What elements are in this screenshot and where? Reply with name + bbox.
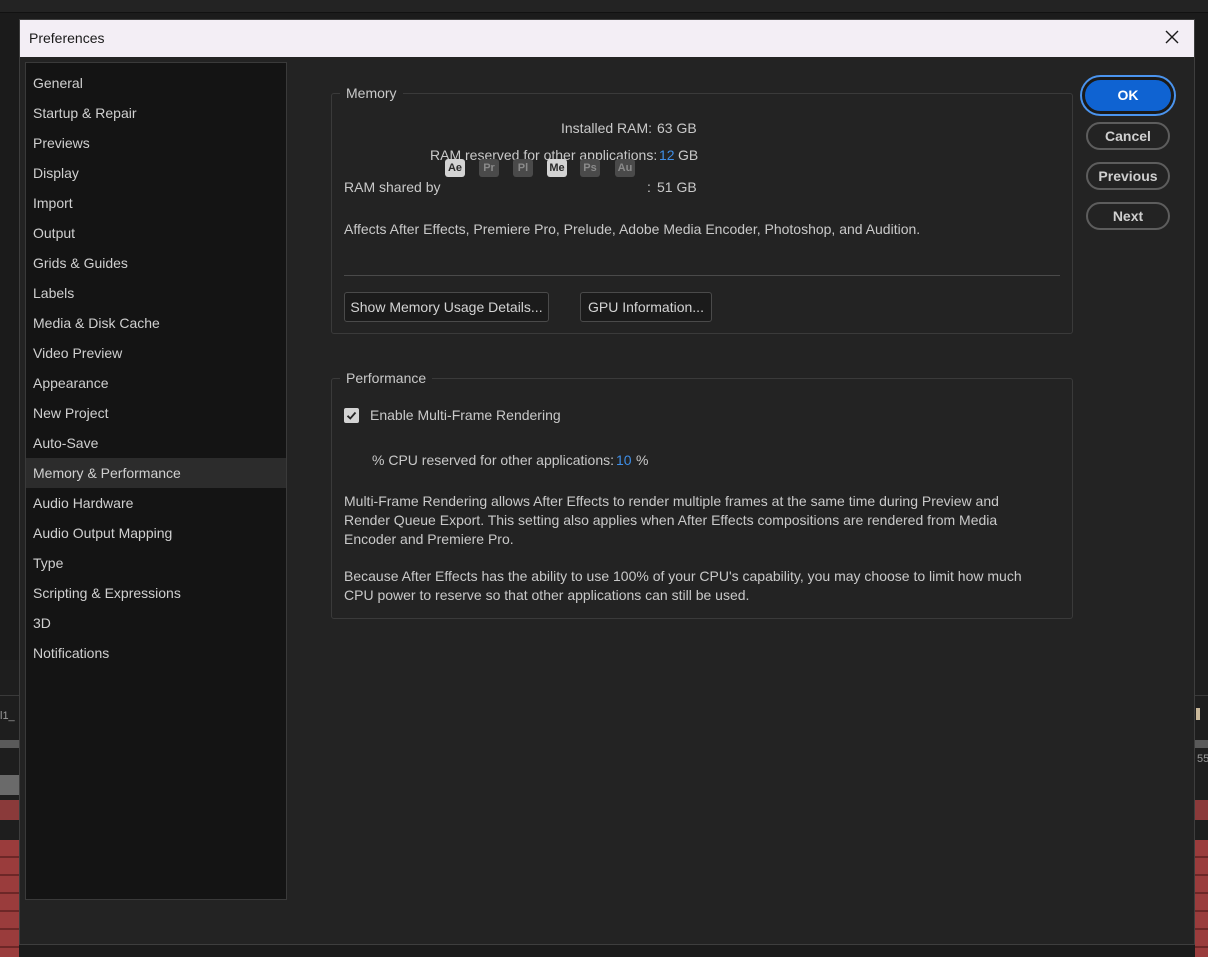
sidebar-item-labels[interactable]: Labels: [26, 278, 286, 308]
app-badge-pl: Pl: [513, 159, 533, 177]
bg-layer-bar: [1195, 800, 1208, 820]
app-badge-au: Au: [615, 159, 635, 177]
background-app-left-strip: l1_: [0, 660, 19, 957]
close-icon: [1165, 30, 1179, 47]
multi-frame-rendering-checkbox[interactable]: [344, 408, 359, 423]
bg-comp-label: l1_: [0, 710, 15, 722]
cpu-reserved-label: % CPU reserved for other applications:: [372, 452, 614, 468]
sidebar-item-3d[interactable]: 3D: [26, 608, 286, 638]
memory-affects-text: Affects After Effects, Premiere Pro, Pre…: [344, 221, 921, 237]
ram-shared-colon: :: [647, 179, 651, 195]
mfr-description: Multi-Frame Rendering allows After Effec…: [344, 493, 999, 547]
sidebar-item-media-disk-cache[interactable]: Media & Disk Cache: [26, 308, 286, 338]
bg-divider: [1195, 695, 1208, 696]
cancel-button[interactable]: Cancel: [1086, 122, 1170, 150]
ram-reserved-unit: GB: [678, 147, 699, 163]
background-app-right-strip: 55: [1195, 660, 1208, 957]
sidebar-item-previews[interactable]: Previews: [26, 128, 286, 158]
sidebar-item-memory-performance[interactable]: Memory & Performance: [26, 458, 286, 488]
app-badge-me: Me: [547, 159, 567, 177]
background-app-topbar: [0, 0, 1208, 13]
sidebar-item-display[interactable]: Display: [26, 158, 286, 188]
sidebar-item-scripting-expressions[interactable]: Scripting & Expressions: [26, 578, 286, 608]
sidebar-item-appearance[interactable]: Appearance: [26, 368, 286, 398]
ram-shared-value: 51 GB: [657, 179, 697, 195]
bg-timecode-fragment: 55: [1197, 753, 1208, 765]
memory-section-title: Memory: [340, 84, 403, 102]
ram-reserved-value[interactable]: 12: [659, 147, 675, 163]
app-badge-pr: Pr: [479, 159, 499, 177]
bg-layer-bars: [1195, 840, 1208, 957]
bg-scrollbar: [1195, 740, 1208, 748]
bg-scrollbar: [0, 740, 19, 748]
sidebar-item-auto-save[interactable]: Auto-Save: [26, 428, 286, 458]
cpu-reserved-unit: %: [636, 452, 649, 468]
gpu-information-button[interactable]: GPU Information...: [580, 292, 712, 322]
sidebar-item-type[interactable]: Type: [26, 548, 286, 578]
dialog-titlebar: Preferences: [20, 20, 1194, 57]
ok-button[interactable]: OK: [1082, 77, 1174, 114]
sidebar-item-video-preview[interactable]: Video Preview: [26, 338, 286, 368]
checkmark-icon: [346, 408, 357, 424]
app-badge-ps: Ps: [580, 159, 600, 177]
sidebar-item-grids-guides[interactable]: Grids & Guides: [26, 248, 286, 278]
app-badge-ae: Ae: [445, 159, 465, 177]
bg-layer-bars: [0, 840, 19, 957]
preferences-category-list: General Startup & Repair Previews Display Im…: [25, 62, 287, 900]
installed-ram-value: 63 GB: [657, 120, 697, 136]
cpu-limit-description: Because After Effects has the ability to…: [344, 568, 1022, 603]
show-memory-usage-details-button[interactable]: Show Memory Usage Details...: [344, 292, 549, 322]
memory-divider: [344, 275, 1060, 276]
performance-section-title: Performance: [340, 369, 433, 387]
bg-track-header: [0, 775, 19, 795]
sidebar-item-startup-repair[interactable]: Startup & Repair: [26, 98, 286, 128]
bg-time-marker: [1196, 708, 1200, 720]
sidebar-item-notifications[interactable]: Notifications: [26, 638, 286, 668]
cpu-reserved-value[interactable]: 10: [616, 452, 632, 468]
sidebar-item-audio-hardware[interactable]: Audio Hardware: [26, 488, 286, 518]
multi-frame-rendering-label[interactable]: Enable Multi-Frame Rendering: [370, 407, 561, 423]
sidebar-item-import[interactable]: Import: [26, 188, 286, 218]
dialog-title: Preferences: [29, 30, 105, 46]
sidebar-item-new-project[interactable]: New Project: [26, 398, 286, 428]
sidebar-item-general[interactable]: General: [26, 68, 286, 98]
ram-shared-label: RAM shared by: [344, 179, 441, 195]
bg-divider: [0, 695, 19, 696]
installed-ram-label: Installed RAM:: [561, 120, 653, 136]
sidebar-item-output[interactable]: Output: [26, 218, 286, 248]
bg-layer-bar: [0, 800, 19, 820]
next-button[interactable]: Next: [1086, 202, 1170, 230]
sidebar-item-audio-output-mapping[interactable]: Audio Output Mapping: [26, 518, 286, 548]
close-button[interactable]: [1150, 20, 1194, 57]
previous-button[interactable]: Previous: [1086, 162, 1170, 190]
